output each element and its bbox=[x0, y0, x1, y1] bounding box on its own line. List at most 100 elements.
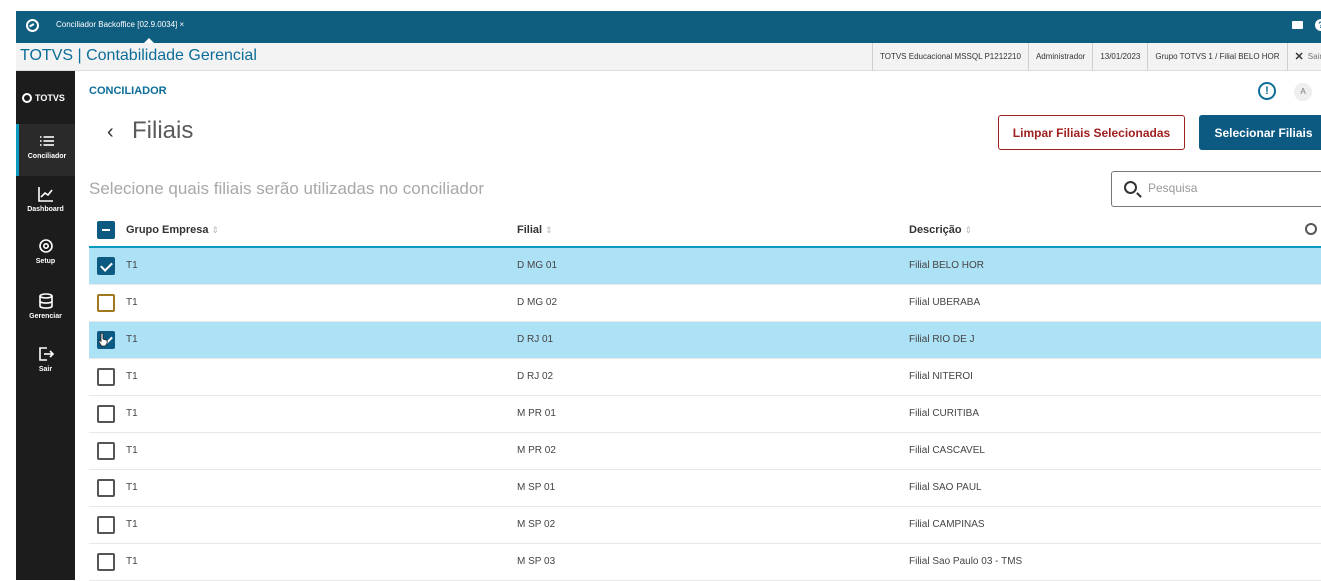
sidebar-item-setup[interactable]: Setup bbox=[16, 229, 75, 281]
table-row[interactable]: T1 M PR 02 Filial CASCAVEL bbox=[89, 433, 1321, 470]
app-header: TOTVS | Contabilidade Gerencial TOTVS Ed… bbox=[16, 43, 1321, 71]
cell-grupo: T1 bbox=[126, 297, 138, 308]
exit-label: Sair bbox=[1307, 52, 1321, 61]
mail-icon[interactable] bbox=[1292, 21, 1303, 29]
cell-filial: M SP 03 bbox=[517, 556, 556, 567]
cell-filial: M SP 01 bbox=[517, 482, 556, 493]
sidebar-item-label: Sair bbox=[38, 366, 53, 373]
cell-filial: M PR 02 bbox=[517, 445, 556, 456]
app-title: TOTVS | Contabilidade Gerencial bbox=[20, 47, 257, 64]
title-bar: Conciliador Backoffice [02.9.0034] × ? bbox=[16, 11, 1321, 43]
cell-descricao: Filial RIO DE J bbox=[909, 334, 975, 345]
hand-cursor-icon bbox=[98, 333, 108, 347]
cell-grupo: T1 bbox=[126, 519, 138, 530]
alert-icon[interactable]: ! bbox=[1258, 82, 1276, 100]
search-placeholder: Pesquisa bbox=[1148, 181, 1198, 195]
database-icon bbox=[38, 293, 53, 309]
back-chevron-icon[interactable]: ‹ bbox=[107, 121, 114, 144]
cell-filial: D MG 02 bbox=[517, 297, 558, 308]
app-logo-icon bbox=[26, 19, 39, 32]
main-content: CONCILIADOR ! A ‹ Filiais Limpar Filiais… bbox=[75, 71, 1321, 581]
breadcrumb[interactable]: CONCILIADOR bbox=[89, 85, 167, 97]
avatar[interactable]: A bbox=[1294, 83, 1312, 101]
row-checkbox[interactable] bbox=[97, 368, 115, 386]
table-row[interactable]: T1 D RJ 02 Filial NITEROI bbox=[89, 359, 1321, 396]
sidebar-item-label: Setup bbox=[35, 258, 56, 265]
cell-filial: D RJ 02 bbox=[517, 371, 554, 382]
list-icon bbox=[40, 136, 54, 146]
cell-descricao: Filial NITEROI bbox=[909, 371, 973, 382]
sidebar-item-label: Conciliador bbox=[27, 153, 67, 160]
sidebar: TOTVS Conciliador Dashboard Setup Gerenc… bbox=[16, 71, 75, 580]
exit-button[interactable]: ✕ Sair bbox=[1286, 43, 1321, 71]
select-all-checkbox[interactable] bbox=[97, 221, 115, 239]
cell-filial: M PR 01 bbox=[517, 408, 556, 419]
session-info: TOTVS Educacional MSSQL P1212210 Adminis… bbox=[871, 43, 1321, 71]
row-checkbox[interactable] bbox=[97, 257, 115, 275]
table-header: Grupo Empresa ⇕ Filial ⇕ Descrição ⇕ bbox=[89, 214, 1321, 248]
column-label: Descrição bbox=[909, 224, 962, 236]
page-title: Filiais bbox=[132, 117, 194, 144]
search-input[interactable]: Pesquisa bbox=[1111, 171, 1321, 207]
table-settings-gear-icon[interactable] bbox=[1305, 223, 1317, 235]
cell-descricao: Filial CASCAVEL bbox=[909, 445, 985, 456]
cell-filial: D MG 01 bbox=[517, 260, 558, 271]
window: Conciliador Backoffice [02.9.0034] × ? T… bbox=[0, 0, 1321, 581]
page-subtitle: Selecione quais filiais serão utilizadas… bbox=[89, 179, 485, 198]
totvs-logo-icon bbox=[22, 93, 32, 103]
table-row[interactable]: T1 D MG 01 Filial BELO HOR bbox=[89, 248, 1321, 285]
cell-grupo: T1 bbox=[126, 334, 138, 345]
cell-descricao: Filial BELO HOR bbox=[909, 260, 985, 271]
table-row[interactable]: T1 D RJ 01 Filial RIO DE J bbox=[89, 322, 1321, 359]
row-checkbox[interactable] bbox=[97, 516, 115, 534]
branches-table: Grupo Empresa ⇕ Filial ⇕ Descrição ⇕ T1 D M… bbox=[89, 214, 1321, 581]
cell-grupo: T1 bbox=[126, 445, 138, 456]
logout-icon bbox=[38, 347, 54, 361]
row-checkbox[interactable] bbox=[97, 405, 115, 423]
column-label: Filial bbox=[517, 224, 543, 236]
table-row[interactable]: T1 M SP 03 Filial Sao Paulo 03 - TMS bbox=[89, 544, 1321, 581]
table-row[interactable]: T1 M PR 01 Filial CURITIBA bbox=[89, 396, 1321, 433]
select-branches-button[interactable]: Selecionar Filiais bbox=[1199, 115, 1321, 150]
cell-grupo: T1 bbox=[126, 482, 138, 493]
sidebar-item-label: Gerenciar bbox=[29, 313, 62, 320]
row-checkbox[interactable] bbox=[97, 479, 115, 497]
column-header-filial[interactable]: Filial ⇕ bbox=[517, 224, 553, 236]
column-label: Grupo Empresa bbox=[126, 224, 209, 236]
cell-descricao: Filial Sao Paulo 03 - TMS bbox=[909, 556, 1023, 567]
column-header-grupo[interactable]: Grupo Empresa ⇕ bbox=[126, 224, 219, 236]
column-header-descricao[interactable]: Descrição ⇕ bbox=[909, 224, 972, 236]
cell-descricao: Filial SAO PAUL bbox=[909, 482, 982, 493]
sidebar-item-conciliador[interactable]: Conciliador bbox=[16, 124, 75, 176]
sidebar-item-sair[interactable]: Sair bbox=[16, 337, 75, 389]
table-row[interactable]: T1 M SP 02 Filial CAMPINAS bbox=[89, 507, 1321, 544]
close-icon: ✕ bbox=[1294, 51, 1304, 63]
table-row[interactable]: T1 M SP 01 Filial SAO PAUL bbox=[89, 470, 1321, 507]
sidebar-item-gerenciar[interactable]: Gerenciar bbox=[16, 284, 75, 336]
browser-tab[interactable]: Conciliador Backoffice [02.9.0034] × bbox=[48, 15, 192, 43]
row-checkbox[interactable] bbox=[97, 553, 115, 571]
sort-icon: ⇕ bbox=[964, 225, 973, 235]
row-checkbox[interactable] bbox=[97, 294, 115, 312]
totvs-logo: TOTVS bbox=[22, 93, 65, 103]
chart-icon bbox=[37, 187, 53, 202]
cell-grupo: T1 bbox=[126, 260, 138, 271]
cell-filial: M SP 02 bbox=[517, 519, 556, 530]
table-row[interactable]: T1 D MG 02 Filial UBERABA bbox=[89, 285, 1321, 322]
group-label[interactable]: Grupo TOTVS 1 / Filial BELO HOR bbox=[1147, 43, 1286, 71]
sidebar-item-label: Dashboard bbox=[27, 206, 64, 213]
user-label: Administrador bbox=[1027, 43, 1092, 71]
row-checkbox[interactable] bbox=[97, 442, 115, 460]
cell-grupo: T1 bbox=[126, 371, 138, 382]
logo-text: TOTVS bbox=[35, 93, 65, 103]
help-icon[interactable]: ? bbox=[1315, 19, 1321, 31]
sort-icon: ⇕ bbox=[545, 225, 553, 235]
clear-selected-button[interactable]: Limpar Filiais Selecionadas bbox=[998, 115, 1185, 150]
cell-grupo: T1 bbox=[126, 408, 138, 419]
cell-filial: D RJ 01 bbox=[517, 334, 554, 345]
cell-descricao: Filial CURITIBA bbox=[909, 408, 980, 419]
environment-label: TOTVS Educacional MSSQL P1212210 bbox=[871, 43, 1028, 71]
sidebar-item-dashboard[interactable]: Dashboard bbox=[16, 177, 75, 229]
cell-grupo: T1 bbox=[126, 556, 138, 567]
search-icon bbox=[1124, 181, 1137, 194]
